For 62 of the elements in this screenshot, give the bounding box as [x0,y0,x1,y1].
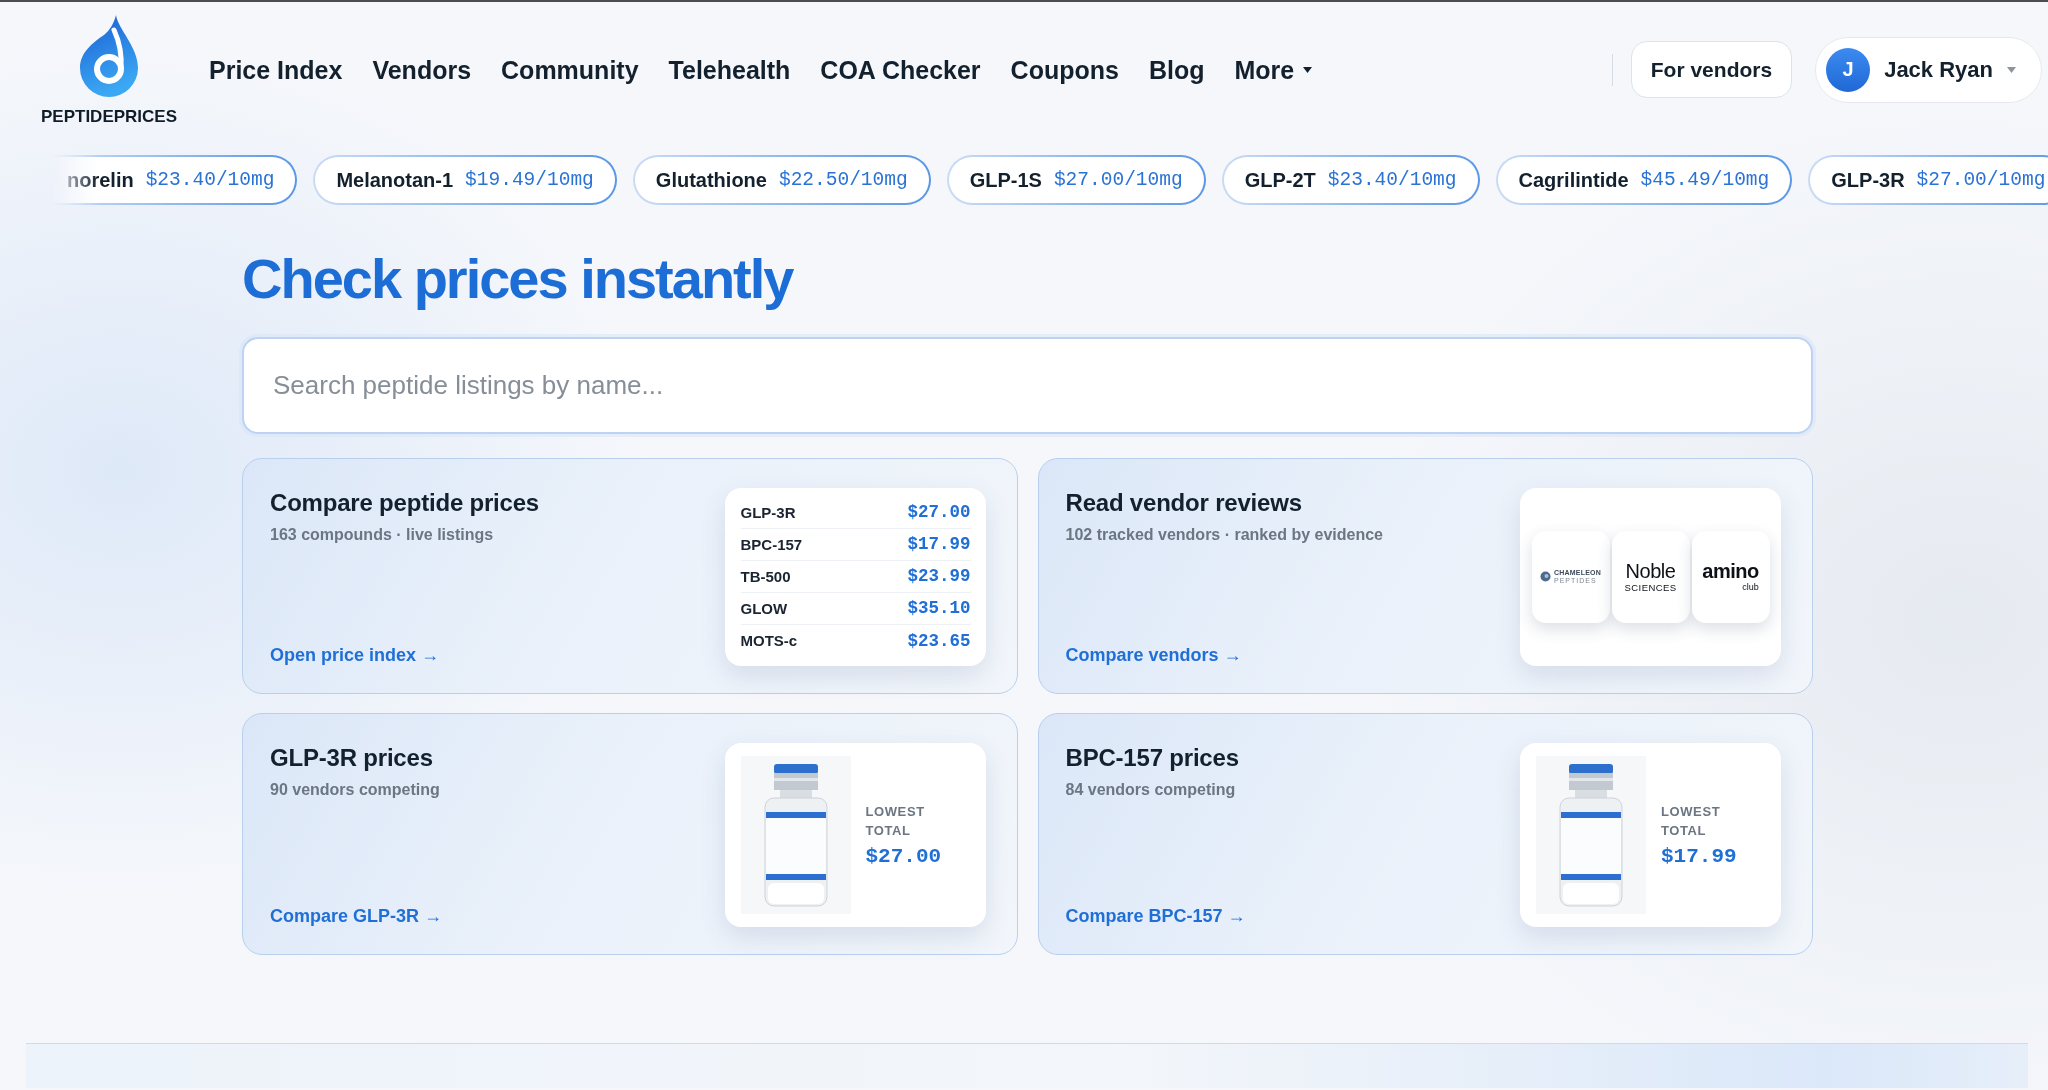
card-title: GLP-3R prices [270,742,433,772]
card-title: BPC-157 prices [1065,742,1239,772]
compound-name: BPC-157 [740,535,803,553]
peptide-name: GLP-2T [1244,168,1316,192]
card-link[interactable]: Open price index → [270,643,440,666]
compound-name: GLOW [740,599,788,617]
lowest-price: $27.00 [865,844,942,868]
nav-link[interactable]: Vendors [372,54,472,85]
nav-link[interactable]: Community [501,54,639,85]
vendor-logo-tagline: club [1742,582,1759,592]
price-text: $23.40/10mg [1327,169,1457,191]
compound-price: $27.00 [907,502,971,522]
price-text: $27.00/10mg [1916,169,2046,191]
nav-link[interactable]: Price Index [209,54,343,85]
nav-menu-button[interactable]: More [1234,54,1313,85]
price-text: $27.00/10mg [1053,169,1183,191]
nav-link[interactable]: Telehealth [668,54,791,85]
compound-price: $23.65 [907,630,971,651]
user-menu-button[interactable]: J Jack Ryan [1815,36,2042,103]
peptide-name: GLP-3R [1831,168,1905,192]
card-link[interactable]: Compare GLP-3R → [270,904,443,927]
price-text: $19.49/10mg [465,169,594,191]
price-text: $23.40/10mg [145,169,275,191]
compound-price: $23.99 [907,566,971,586]
card-subtitle: 84 vendors competing [1065,779,1236,800]
price-label: LOWEST TOTAL [1661,802,1722,840]
compound-name: MOTS-c [740,632,798,649]
nav-link[interactable]: COA Checker [820,54,981,85]
price-text: $22.50/10mg [778,169,908,191]
card-subtitle: 163 compounds · live listings [270,524,494,545]
peptide-name: norelin [67,168,134,192]
price-chip[interactable]: GLP-3R $27.00/10mg [1808,155,2048,205]
price-text: $45.49/10mg [1640,169,1770,191]
logo-mark-icon [1540,571,1552,582]
price-chip[interactable]: Melanotan-1 $19.49/10mg [313,155,617,205]
nav-link[interactable]: Blog [1148,54,1205,85]
search-field[interactable]: Search peptide listings by name... [242,337,1813,434]
page-heading: Check prices instantly [242,247,793,311]
caret-icon [2007,66,2016,73]
peptide-name: Cagrilintide [1518,168,1629,192]
card-subtitle: 102 tracked vendors · ranked by evidence [1065,524,1383,545]
compound-name: TB-500 [740,567,791,585]
nav-link[interactable]: Coupons [1010,54,1119,85]
card-link[interactable]: Compare vendors → [1065,643,1242,666]
user-avatar: J [1826,47,1871,92]
peptide-name: Glutathione [655,168,767,192]
price-label: LOWEST TOTAL [865,802,926,840]
compound-name: GLP-3R [740,503,796,521]
vendor-logo-name: Noble [1625,560,1676,582]
peptide-name: Melanotan-1 [336,168,454,192]
card-subtitle: 90 vendors competing [270,779,440,800]
card-title: Read vendor reviews [1065,487,1302,517]
card-title: Compare peptide prices [270,487,539,517]
lowest-price: $17.99 [1661,844,1737,868]
for-vendors-button[interactable]: For vendors [1630,41,1793,98]
compound-price: $17.99 [907,534,971,554]
vendor-logo-name: amino [1702,561,1759,582]
vendor-logo-tagline: SCIENCES [1624,581,1677,593]
compound-price: $35.10 [907,598,971,618]
peptide-name: GLP-1S [969,168,1042,192]
card-link[interactable]: Compare BPC-157 → [1065,904,1246,927]
logo-wordmark: PEPTIDEPRICES [41,108,178,126]
